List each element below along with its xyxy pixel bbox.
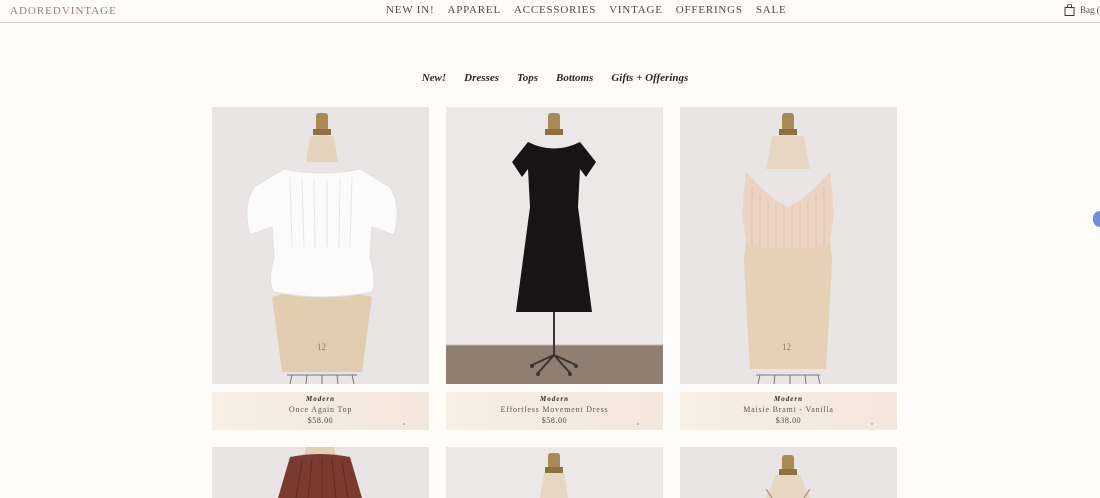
product-info: Modern Maisie Brami - Vanilla $38.00 — [680, 392, 897, 430]
bag-button[interactable]: Bag (0 — [1064, 4, 1100, 16]
top-navigation-bar: ADOREDVINTAGE NEW IN! APPAREL ACCESSORIE… — [0, 0, 1100, 23]
product-info: Modern Once Again Top $58.00 — [212, 392, 429, 430]
product-image[interactable] — [446, 447, 663, 498]
bag-label: Bag (0 — [1080, 5, 1100, 15]
main-nav: NEW IN! APPAREL ACCESSORIES VINTAGE OFFE… — [386, 4, 787, 16]
nav-item-vintage[interactable]: VINTAGE — [609, 4, 663, 16]
nav-item-sale[interactable]: SALE — [756, 4, 787, 16]
product-era: Modern — [540, 395, 569, 403]
category-nav: New! Dresses Tops Bottoms Gifts + Offeri… — [0, 72, 1100, 84]
accessibility-widget-icon[interactable] — [1093, 211, 1100, 227]
category-tops[interactable]: Tops — [517, 72, 538, 84]
mannequin-knit-brami-image: 12 — [680, 107, 897, 384]
shopping-bag-icon — [1064, 4, 1075, 16]
category-new[interactable]: New! — [422, 72, 446, 84]
product-era: Modern — [774, 395, 803, 403]
product-price: $58.00 — [307, 416, 334, 425]
product-card[interactable]: 12 Modern Once Again Top $58.00 — [212, 107, 429, 430]
site-logo[interactable]: ADOREDVINTAGE — [10, 5, 117, 17]
product-card[interactable]: Modern Effortless Movement Dress $58.00 — [446, 107, 663, 430]
product-image[interactable]: 12 — [680, 107, 897, 384]
category-bottoms[interactable]: Bottoms — [556, 72, 593, 84]
nav-item-offerings[interactable]: OFFERINGS — [676, 4, 743, 16]
decorative-dot — [403, 423, 405, 425]
category-gifts-offerings[interactable]: Gifts + Offerings — [611, 72, 688, 84]
product-info: Modern Effortless Movement Dress $58.00 — [446, 392, 663, 430]
svg-text:12: 12 — [782, 342, 791, 352]
product-image[interactable]: 12 — [212, 107, 429, 384]
nav-item-accessories[interactable]: ACCESSORIES — [514, 4, 596, 16]
product-image[interactable] — [680, 447, 897, 498]
mannequin-white-top-image: 12 — [212, 107, 429, 384]
product-price: $58.00 — [541, 416, 568, 425]
mannequin-black-dress-image — [446, 107, 663, 384]
mannequin-image — [680, 447, 897, 498]
product-era: Modern — [306, 395, 335, 403]
product-name[interactable]: Maisie Brami - Vanilla — [680, 404, 897, 415]
category-dresses[interactable]: Dresses — [464, 72, 499, 84]
product-card[interactable]: 12 Modern Maisie Brami - Vanilla $38.00 — [680, 107, 897, 430]
svg-text:12: 12 — [317, 342, 326, 352]
mannequin-rust-skirt-image — [212, 447, 429, 498]
decorative-dot — [871, 423, 873, 425]
nav-item-apparel[interactable]: APPAREL — [447, 4, 501, 16]
nav-item-new-in[interactable]: NEW IN! — [386, 4, 434, 16]
product-price: $38.00 — [775, 416, 802, 425]
product-image[interactable] — [446, 107, 663, 384]
decorative-dot — [637, 423, 639, 425]
product-image[interactable] — [212, 447, 429, 498]
product-name[interactable]: Once Again Top — [212, 404, 429, 415]
product-name[interactable]: Effortless Movement Dress — [446, 404, 663, 415]
mannequin-image — [446, 447, 663, 498]
